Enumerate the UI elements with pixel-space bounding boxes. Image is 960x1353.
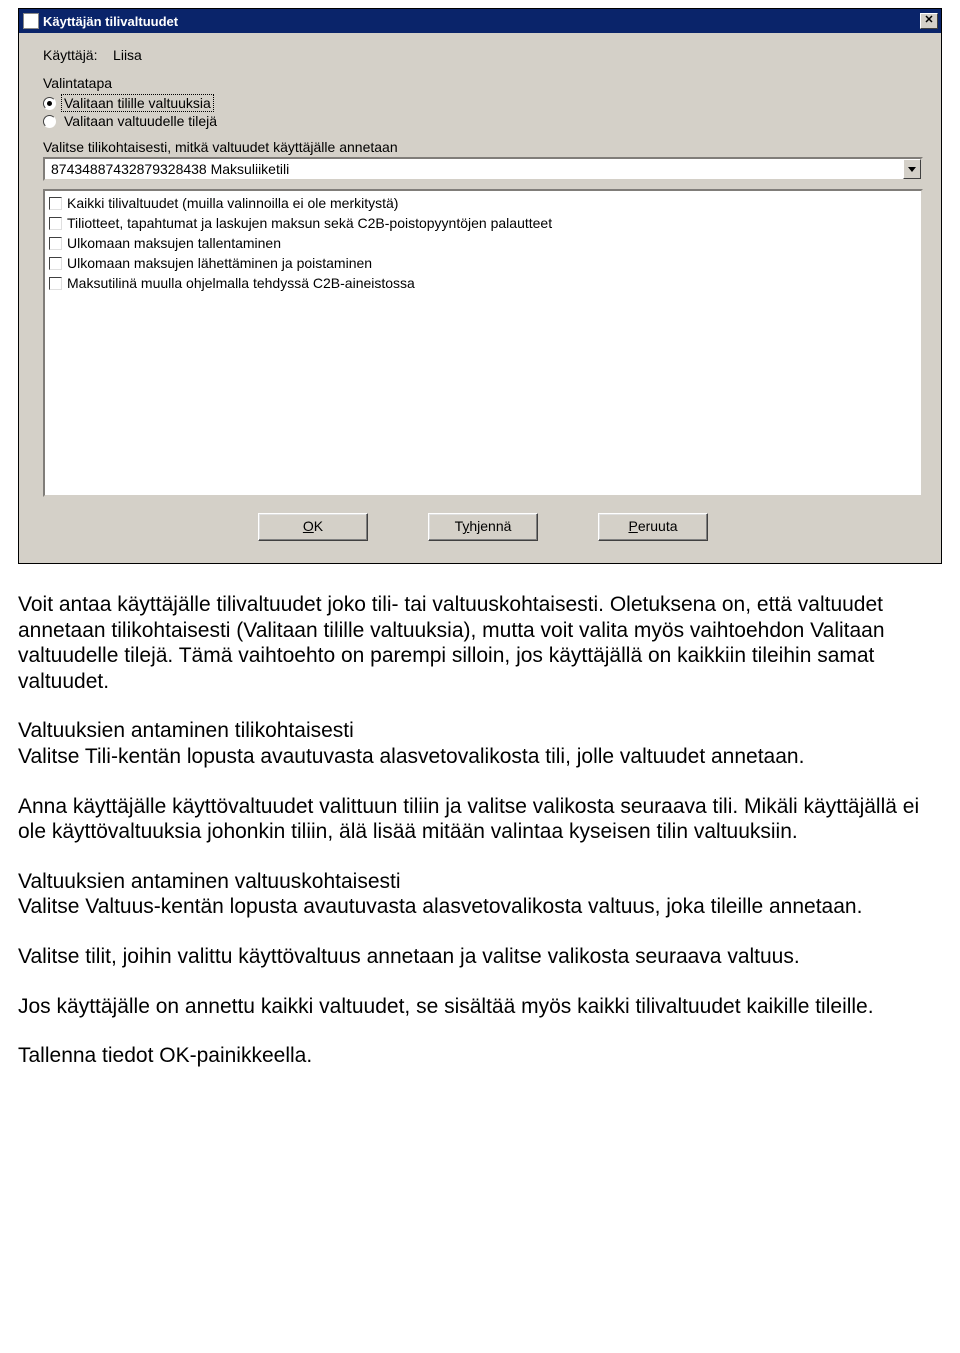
dropdown-value: 87434887432879328438 Maksuliiketili [45, 159, 903, 179]
instruction-text: Valitse tilikohtaisesti, mitkä valtuudet… [43, 139, 923, 155]
radio-label: Valitaan valtuudelle tilejä [62, 113, 219, 129]
radio-label: Valitaan tilille valtuuksia [62, 95, 213, 111]
chevron-down-icon [908, 167, 916, 172]
checkbox-icon[interactable] [49, 237, 62, 250]
radio-icon[interactable] [43, 97, 56, 110]
list-item[interactable]: Kaikki tilivaltuudet (muilla valinnoilla… [49, 193, 917, 213]
cancel-button[interactable]: Peruuta [598, 513, 708, 541]
radio-option[interactable]: Valitaan valtuudelle tilejä [43, 113, 923, 129]
document-body: Voit antaa käyttäjälle tilivaltuudet jok… [18, 592, 942, 1069]
checkbox-label: Ulkomaan maksujen lähettäminen ja poista… [67, 255, 372, 271]
checkbox-label: Tiliotteet, tapahtumat ja laskujen maksu… [67, 215, 552, 231]
checkbox-icon[interactable] [49, 257, 62, 270]
checkbox-icon[interactable] [49, 217, 62, 230]
list-item[interactable]: Ulkomaan maksujen lähettäminen ja poista… [49, 253, 917, 273]
radio-option[interactable]: Valitaan tilille valtuuksia [43, 95, 923, 111]
checkbox-label: Maksutilinä muulla ohjelmalla tehdyssä C… [67, 275, 415, 291]
checkbox-icon[interactable] [49, 277, 62, 290]
paragraph: Voit antaa käyttäjälle tilivaltuudet jok… [18, 592, 942, 694]
list-item[interactable]: Maksutilinä muulla ohjelmalla tehdyssä C… [49, 273, 917, 293]
ok-button[interactable]: OK [258, 513, 368, 541]
dropdown-button[interactable] [903, 159, 921, 179]
paragraph: Valitse tilit, joihin valittu käyttövalt… [18, 944, 942, 970]
checkbox-icon[interactable] [49, 197, 62, 210]
permission-checklist[interactable]: Kaikki tilivaltuudet (muilla valinnoilla… [43, 189, 923, 497]
list-item[interactable]: Ulkomaan maksujen tallentaminen [49, 233, 917, 253]
paragraph: Jos käyttäjälle on annettu kaikki valtuu… [18, 994, 942, 1020]
user-name: Liisa [113, 47, 142, 63]
account-dropdown[interactable]: 87434887432879328438 Maksuliiketili [43, 157, 923, 181]
paragraph: Anna käyttäjälle käyttövaltuudet valittu… [18, 794, 942, 845]
radio-icon[interactable] [43, 115, 56, 128]
close-button[interactable]: ✕ [920, 13, 938, 29]
checkbox-label: Kaikki tilivaltuudet (muilla valinnoilla… [67, 195, 398, 211]
button-row: OK Tyhjennä Peruuta [43, 497, 923, 549]
paragraph: Valtuuksien antaminen tilikohtaisesti Va… [18, 718, 942, 769]
dialog-window: Käyttäjän tilivaltuudet ✕ Käyttäjä: Liis… [18, 8, 942, 564]
selection-method-label: Valintatapa [43, 75, 923, 91]
paragraph: Tallenna tiedot OK-painikkeella. [18, 1043, 942, 1069]
checkbox-label: Ulkomaan maksujen tallentaminen [67, 235, 281, 251]
app-icon [23, 13, 39, 29]
user-label: Käyttäjä: [43, 47, 97, 63]
paragraph: Valtuuksien antaminen valtuuskohtaisesti… [18, 869, 942, 920]
user-row: Käyttäjä: Liisa [43, 47, 923, 63]
list-item[interactable]: Tiliotteet, tapahtumat ja laskujen maksu… [49, 213, 917, 233]
titlebar: Käyttäjän tilivaltuudet ✕ [19, 9, 941, 33]
clear-button[interactable]: Tyhjennä [428, 513, 538, 541]
dialog-body: Käyttäjä: Liisa Valintatapa Valitaan til… [19, 33, 941, 563]
window-title: Käyttäjän tilivaltuudet [43, 14, 920, 29]
